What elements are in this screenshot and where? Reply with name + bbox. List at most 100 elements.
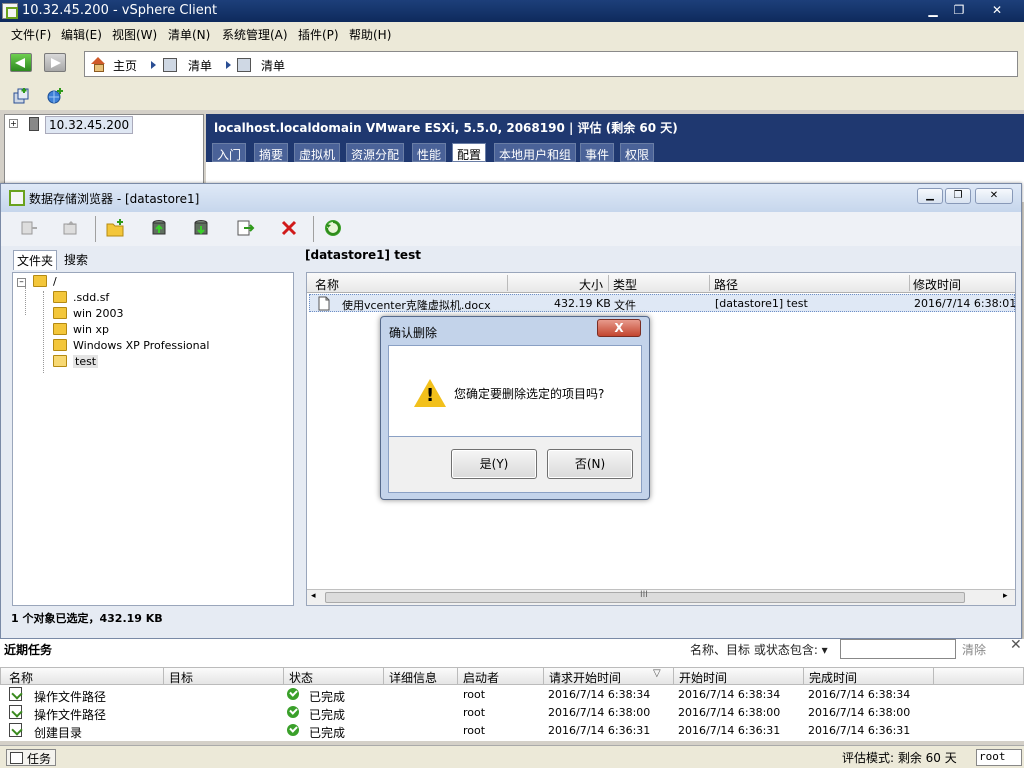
add-host-icon[interactable] [46,87,64,105]
folder-icon [53,291,67,303]
collapse-toggle[interactable]: – [17,276,27,292]
secondary-toolbar [0,82,1024,110]
dsb-close-button[interactable]: ✕ [975,188,1013,204]
column-status[interactable]: 状态 [289,669,313,686]
dsb-maximize-button[interactable]: ❐ [945,188,971,204]
column-requested-start[interactable]: 请求开始时间 [549,669,621,686]
tab-folders[interactable]: 文件夹 [13,250,58,270]
task-row[interactable]: 操作文件路径 已完成 root 2016/7/14 6:38:00 2016/7… [0,704,1024,722]
column-start-time[interactable]: 开始时间 [679,669,727,686]
task-row[interactable]: 创建目录 已完成 root 2016/7/14 6:36:31 2016/7/1… [0,722,1024,740]
breadcrumb-arrow-icon [151,61,156,69]
tree-item[interactable]: Windows XP Professional [53,338,253,354]
tree-item-selected[interactable]: test [53,354,133,370]
current-user: root [976,749,1022,766]
menu-plugins[interactable]: 插件(P) [298,26,339,43]
menu-administration[interactable]: 系统管理(A) [222,26,288,43]
forward-arrow-icon[interactable] [44,53,66,72]
dialog-title: 确认删除 [389,326,438,340]
dialog-message: 您确定要删除选定的项目吗? [454,387,605,401]
tab-virtual-machines[interactable]: 虚拟机 [294,143,341,162]
success-check-icon [287,724,299,736]
tree-item-label: Windows XP Professional [73,339,210,352]
column-type[interactable]: 类型 [613,276,637,293]
up-folder-icon[interactable] [61,218,81,238]
register-vm-icon[interactable] [235,218,255,238]
tab-local-users-groups[interactable]: 本地用户和组 [494,143,577,162]
new-folder-icon[interactable] [105,218,125,238]
breadcrumb-inventory[interactable]: 清单 [188,57,212,74]
scroll-right-icon[interactable]: ▸ [1003,591,1008,601]
folder-icon [33,275,47,287]
close-button[interactable]: ✕ [974,1,1020,20]
no-button[interactable]: 否(N) [547,449,633,479]
tab-search[interactable]: 搜索 [61,250,91,269]
task-status: 已完成 [309,690,346,704]
tab-resource-allocation[interactable]: 资源分配 [346,143,405,162]
task-row[interactable]: 操作文件路径 已完成 root 2016/7/14 6:38:34 2016/7… [0,686,1024,704]
menu-inventory[interactable]: 清单(N) [168,26,210,43]
tab-performance[interactable]: 性能 [412,143,447,162]
tree-item-root[interactable]: / [33,274,93,290]
tree-item[interactable]: win 2003 [53,306,173,322]
menu-edit[interactable]: 编辑(E) [61,26,102,43]
breadcrumb-inventory-current[interactable]: 清单 [261,57,285,74]
menu-view[interactable]: 视图(W) [112,26,157,43]
folder-panel: 文件夹 搜索 – / .sdd.sf win 2003 win xp Windo… [9,246,297,608]
task-complete-time: 2016/7/14 6:38:00 [808,706,911,719]
download-icon[interactable] [191,218,211,238]
menu-help[interactable]: 帮助(H) [349,26,391,43]
column-complete-time[interactable]: 完成时间 [809,669,857,686]
maximize-button[interactable]: ❐ [946,1,972,20]
task-name: 操作文件路径 [34,708,107,722]
tab-events[interactable]: 事件 [580,143,615,162]
column-initiator[interactable]: 启动者 [463,669,499,686]
tasks-clear-button[interactable]: 清除 [962,641,986,658]
column-path[interactable]: 路径 [714,276,738,293]
dialog-close-button[interactable]: X [597,319,641,337]
column-details[interactable]: 详细信息 [389,669,437,686]
expand-toggle[interactable]: + [9,119,18,128]
minimize-button[interactable]: ▁ [920,1,946,20]
column-size[interactable]: 大小 [579,276,603,293]
tab-summary[interactable]: 摘要 [254,143,289,162]
new-datacenter-icon[interactable] [12,87,30,105]
window-title: 10.32.45.200 - vSphere Client [22,3,218,18]
tree-item[interactable]: .sdd.sf [53,290,173,306]
menu-file[interactable]: 文件(F) [11,26,51,43]
dsb-minimize-button[interactable]: ▁ [917,188,943,204]
column-target[interactable]: 目标 [169,669,193,686]
home-icon[interactable] [91,57,105,72]
scroll-left-icon[interactable]: ◂ [311,591,316,601]
tree-item-label: .sdd.sf [73,291,110,304]
refresh-icon[interactable] [323,218,343,238]
tab-permissions[interactable]: 权限 [620,143,655,162]
column-name[interactable]: 名称 [315,276,339,293]
column-task-name[interactable]: 名称 [9,669,33,686]
tasks-filter-dropdown[interactable]: 名称、目标 或状态包含: ▾ [690,641,828,658]
navigation-bar: 主页 清单 清单 [0,46,1024,82]
delete-icon[interactable] [279,218,299,238]
tasks-toggle-button[interactable]: 任务 [6,749,56,766]
host-tabs: 入门 摘要 虚拟机 资源分配 性能 配置 本地用户和组 事件 权限 [206,140,1024,162]
inventory-host-label[interactable]: 10.32.45.200 [45,116,134,134]
file-row[interactable]: 使用vcenter克隆虚拟机.docx 432.19 KB 文件 [datast… [309,294,1016,312]
back-arrow-icon[interactable] [10,53,32,72]
column-modified[interactable]: 修改时间 [913,276,961,293]
yes-button[interactable]: 是(Y) [451,449,537,479]
horizontal-scrollbar[interactable]: ◂ III ▸ [307,589,1015,605]
tree-item-label: / [53,275,57,288]
tab-configuration[interactable]: 配置 [452,143,487,162]
tree-item[interactable]: win xp [53,322,173,338]
breadcrumb-home[interactable]: 主页 [113,57,137,74]
scrollbar-thumb[interactable]: III [325,590,965,603]
tab-getting-started[interactable]: 入门 [212,143,247,162]
tasks-close-button[interactable]: ✕ [1010,637,1022,653]
tasks-filter-input[interactable] [840,639,956,659]
recent-tasks-table: 名称 目标 状态 详细信息 启动者 请求开始时间 ▽ 开始时间 完成时间 操作文… [0,665,1024,741]
back-icon[interactable] [19,218,39,238]
task-status: 已完成 [309,708,346,722]
tasks-table-header: 名称 目标 状态 详细信息 启动者 请求开始时间 ▽ 开始时间 完成时间 [0,667,1024,685]
task-status: 已完成 [309,726,346,740]
upload-icon[interactable] [149,218,169,238]
